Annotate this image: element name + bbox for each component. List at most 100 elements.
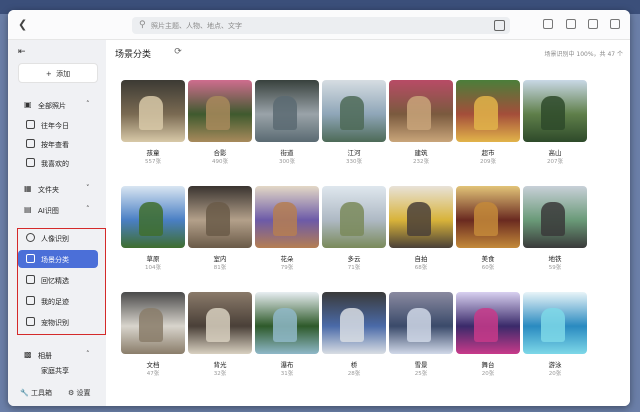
page-title: 场景分类 (115, 50, 152, 60)
scene-thumbnail (456, 80, 520, 142)
section-label: 相册 (38, 352, 52, 360)
scene-name: 草原 (146, 255, 160, 263)
chevron-down-icon[interactable]: ˅ (86, 184, 90, 192)
scene-thumbnail (523, 186, 587, 248)
scene-tile[interactable]: 江河 330张 (322, 80, 386, 169)
scene-thumbnail (389, 80, 453, 142)
scene-tile[interactable]: 雪景 25张 (389, 292, 453, 381)
section-ai-recognition[interactable]: ▤ AI识图 ˄ (8, 201, 106, 219)
scene-tile[interactable]: 孩童 557张 (121, 80, 185, 169)
scene-tile[interactable]: 自拍 68张 (389, 186, 453, 275)
scene-name: 孩童 (146, 149, 160, 157)
section-label: 文件夹 (38, 186, 59, 194)
close-icon[interactable] (610, 19, 620, 29)
scene-tile[interactable]: 街道 300张 (255, 80, 319, 169)
scene-name: 雪景 (414, 361, 428, 369)
scene-thumbnail (121, 186, 185, 248)
toolbox-button[interactable]: 🔧 工具箱 (20, 388, 52, 398)
add-button[interactable]: + 添加 (18, 63, 98, 83)
sidebar-item-past-years[interactable]: 往年今日 (18, 116, 98, 134)
scene-name: 舞台 (481, 361, 495, 369)
sidebar-item-by-year[interactable]: 按年查看 (18, 135, 98, 153)
sidebar-item-family-share[interactable]: 家庭共享 (18, 365, 98, 375)
section-folders[interactable]: ▦ 文件夹 ˅ (8, 180, 106, 198)
scene-count: 20张 (548, 371, 562, 377)
scene-name: 多云 (347, 255, 361, 263)
sidebar-item-favorites[interactable]: 我喜欢的 (18, 154, 98, 172)
chevron-up-icon[interactable]: ˄ (86, 100, 90, 108)
minimize-icon[interactable] (565, 19, 576, 29)
scene-count: 71张 (347, 265, 361, 271)
scene-tile[interactable]: 高山 207张 (523, 80, 587, 169)
scene-count: 79张 (280, 265, 294, 271)
sidebar-item-label: 按年查看 (41, 141, 69, 149)
title-bar: ❮ ⚲ 照片主题、人物、地点、文字 (8, 10, 630, 40)
sidebar-item-label: 我喜欢的 (41, 160, 69, 168)
scene-tile[interactable]: 舞台 20张 (456, 292, 520, 381)
scene-tile[interactable]: 花朵 79张 (255, 186, 319, 275)
chevron-up-icon[interactable]: ˄ (86, 350, 90, 358)
main-content: 场景分类 ⟳ 场景识别中 100%，共 47 个 孩童 557张 合影 490张 街道 3… (106, 40, 630, 406)
scene-count: 207张 (547, 159, 563, 165)
highlight-box (17, 228, 106, 335)
scene-count: 68张 (414, 265, 428, 271)
scene-count: 490张 (212, 159, 228, 165)
scene-count: 330张 (346, 159, 362, 165)
calendar-icon (26, 139, 35, 148)
scene-thumbnail (188, 186, 252, 248)
scene-tile[interactable]: 文档 47张 (121, 292, 185, 381)
chevron-up-icon[interactable]: ˄ (86, 205, 90, 213)
scene-tile[interactable]: 背光 32张 (188, 292, 252, 381)
menu-icon[interactable] (543, 19, 554, 29)
scene-tile[interactable]: 地铁 59张 (523, 186, 587, 275)
section-albums[interactable]: ▩ 相册 ˄ (8, 346, 106, 364)
settings-label: 设置 (76, 389, 91, 397)
scene-tile[interactable]: 多云 71张 (322, 186, 386, 275)
scene-thumbnail (322, 80, 386, 142)
scene-thumbnail (322, 186, 386, 248)
scene-tile[interactable]: 室内 81张 (188, 186, 252, 275)
maximize-icon[interactable] (587, 19, 598, 29)
scene-count: 32张 (213, 371, 227, 377)
scene-tile[interactable]: 游泳 20张 (523, 292, 587, 381)
scene-name: 自拍 (414, 255, 428, 263)
calendar-icon (26, 120, 35, 129)
scene-tile[interactable]: 建筑 232张 (389, 80, 453, 169)
scene-tile[interactable]: 合影 490张 (188, 80, 252, 169)
scene-thumbnail (389, 292, 453, 354)
status-text: 场景识别中 100%，共 47 个 (544, 51, 623, 58)
scene-thumbnail (188, 292, 252, 354)
scene-count: 209张 (480, 159, 496, 165)
back-arrow-icon[interactable]: ❮ (18, 18, 32, 32)
sidebar: ⇤ + 添加 ▣ 全部照片 ˄ 往年今日 按年查看 我喜欢的 ▦ 文件夹 ˅ ▤… (8, 40, 106, 406)
scene-thumbnail (523, 292, 587, 354)
collapse-sidebar-icon[interactable]: ⇤ (18, 47, 26, 57)
scene-count: 59张 (548, 265, 562, 271)
section-all-photos[interactable]: ▣ 全部照片 ˄ (8, 96, 106, 114)
scene-tile[interactable]: 美食 60张 (456, 186, 520, 275)
refresh-icon[interactable]: ⟳ (172, 46, 184, 58)
scene-tile[interactable]: 超市 209张 (456, 80, 520, 169)
scene-tile[interactable]: 桥 28张 (322, 292, 386, 381)
scene-name: 美食 (481, 255, 495, 263)
scene-name: 瀑布 (280, 361, 294, 369)
folder-icon: ▦ (24, 184, 32, 193)
scene-name: 街道 (280, 149, 294, 157)
search-box[interactable]: ⚲ 照片主题、人物、地点、文字 (132, 17, 510, 34)
scene-tile[interactable]: 草原 104张 (121, 186, 185, 275)
scan-icon[interactable] (494, 20, 505, 31)
album-icon: ▩ (24, 350, 32, 359)
scene-name: 室内 (213, 255, 227, 263)
scene-count: 25张 (414, 371, 428, 377)
search-icon: ⚲ (139, 20, 146, 30)
scene-tile[interactable]: 瀑布 31张 (255, 292, 319, 381)
scene-name: 桥 (350, 361, 358, 369)
scene-count: 31张 (280, 371, 294, 377)
photo-icon: ▣ (24, 100, 32, 109)
ai-icon: ▤ (24, 205, 32, 214)
scene-thumbnail (255, 292, 319, 354)
scene-name: 游泳 (548, 361, 562, 369)
scene-name: 超市 (481, 149, 495, 157)
settings-button[interactable]: ⚙ 设置 (68, 388, 91, 398)
scene-name: 江河 (347, 149, 361, 157)
